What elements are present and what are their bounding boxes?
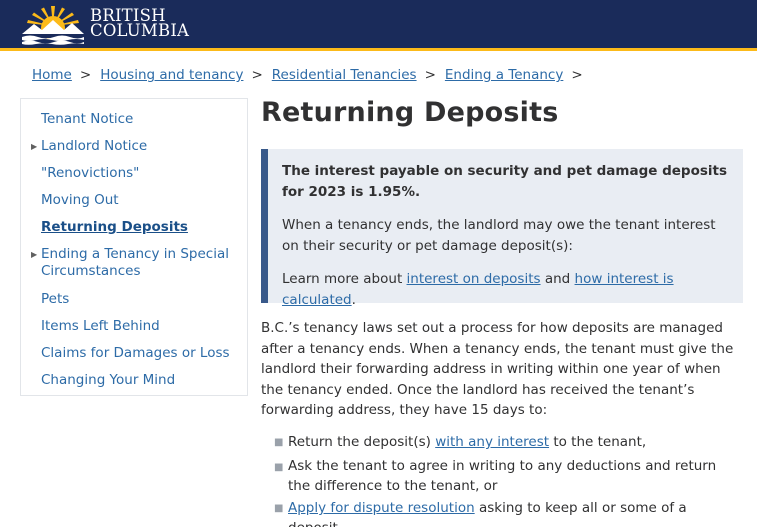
- caret-right-icon[interactable]: ▶: [31, 250, 37, 259]
- breadcrumb: Home > Housing and tenancy > Residential Ten…: [32, 67, 592, 83]
- sidebar-item-pets[interactable]: Pets: [41, 291, 241, 308]
- interest-on-deposits-link[interactable]: interest on deposits: [407, 271, 541, 287]
- with-any-interest-link[interactable]: with any interest: [435, 434, 549, 450]
- callout-learn-more: Learn more about interest on deposits an…: [282, 269, 732, 311]
- bullet-1-prefix: Return the deposit(s): [288, 434, 431, 450]
- sidebar-item-ending-a-tenancy-special[interactable]: Ending a Tenancy in Special Circumstance…: [41, 246, 231, 280]
- sidebar-item-claims-for-damages[interactable]: Claims for Damages or Loss: [41, 345, 241, 362]
- bullet-ask-tenant-deductions: Ask the tenant to agree in writing to an…: [288, 458, 717, 494]
- learn-more-prefix: Learn more about: [282, 271, 403, 287]
- interest-callout: The interest payable on security and pet…: [261, 149, 743, 308]
- logo-line-2: COLUMBIA: [90, 21, 190, 40]
- page-title: Returning Deposits: [261, 97, 559, 128]
- breadcrumb-separator: >: [79, 67, 92, 83]
- learn-more-and: and: [544, 271, 571, 287]
- breadcrumb-separator: >: [571, 67, 583, 83]
- site-header: BRITISH COLUMBIA: [0, 0, 757, 48]
- sidebar-item-renovictions[interactable]: "Renovictions": [41, 165, 241, 182]
- sun-mountain-icon: [22, 6, 84, 45]
- learn-more-suffix: .: [351, 292, 356, 308]
- sidebar-item-items-left-behind[interactable]: Items Left Behind: [41, 318, 241, 335]
- bullet-apply-dispute: Apply for dispute resolution asking to k…: [288, 498, 738, 527]
- breadcrumb-separator: >: [424, 67, 436, 83]
- sidebar-item-moving-out[interactable]: Moving Out: [41, 192, 241, 209]
- caret-right-icon[interactable]: ▶: [31, 142, 37, 151]
- bullet-icon: ■: [274, 462, 284, 473]
- bullet-return-deposits: Return the deposit(s) with any interest …: [288, 432, 738, 452]
- breadcrumb-separator: >: [251, 67, 263, 83]
- breadcrumb-ending-a-tenancy[interactable]: Ending a Tenancy: [445, 67, 563, 83]
- sidebar-item-returning-deposits[interactable]: Returning Deposits: [41, 219, 241, 236]
- sidebar-nav: Tenant Notice ▶ Landlord Notice "Renovic…: [20, 98, 248, 396]
- sidebar-item-tenant-notice[interactable]: Tenant Notice: [41, 111, 241, 128]
- sidebar-item-landlord-notice[interactable]: Landlord Notice: [41, 138, 241, 155]
- bullet-icon: ■: [274, 503, 284, 514]
- callout-interest-rate: The interest payable on security and pet…: [282, 163, 728, 200]
- bc-logo[interactable]: BRITISH COLUMBIA: [20, 2, 189, 46]
- header-accent-stripe: [0, 48, 757, 51]
- bullet-1-suffix: to the tenant,: [553, 434, 647, 450]
- breadcrumb-home[interactable]: Home: [32, 67, 72, 83]
- sidebar-item-changing-your-mind[interactable]: Changing Your Mind: [41, 372, 241, 389]
- apply-for-dispute-resolution-link[interactable]: Apply for dispute resolution: [288, 500, 475, 516]
- breadcrumb-residential-tenancies[interactable]: Residential Tenancies: [272, 67, 417, 83]
- breadcrumb-housing-and-tenancy[interactable]: Housing and tenancy: [100, 67, 243, 83]
- bullet-icon: ■: [274, 437, 284, 448]
- callout-text: When a tenancy ends, the landlord may ow…: [282, 217, 716, 254]
- deposit-process-paragraph: B.C.’s tenancy laws set out a process fo…: [261, 320, 734, 418]
- logo-wordmark: BRITISH COLUMBIA: [90, 7, 190, 40]
